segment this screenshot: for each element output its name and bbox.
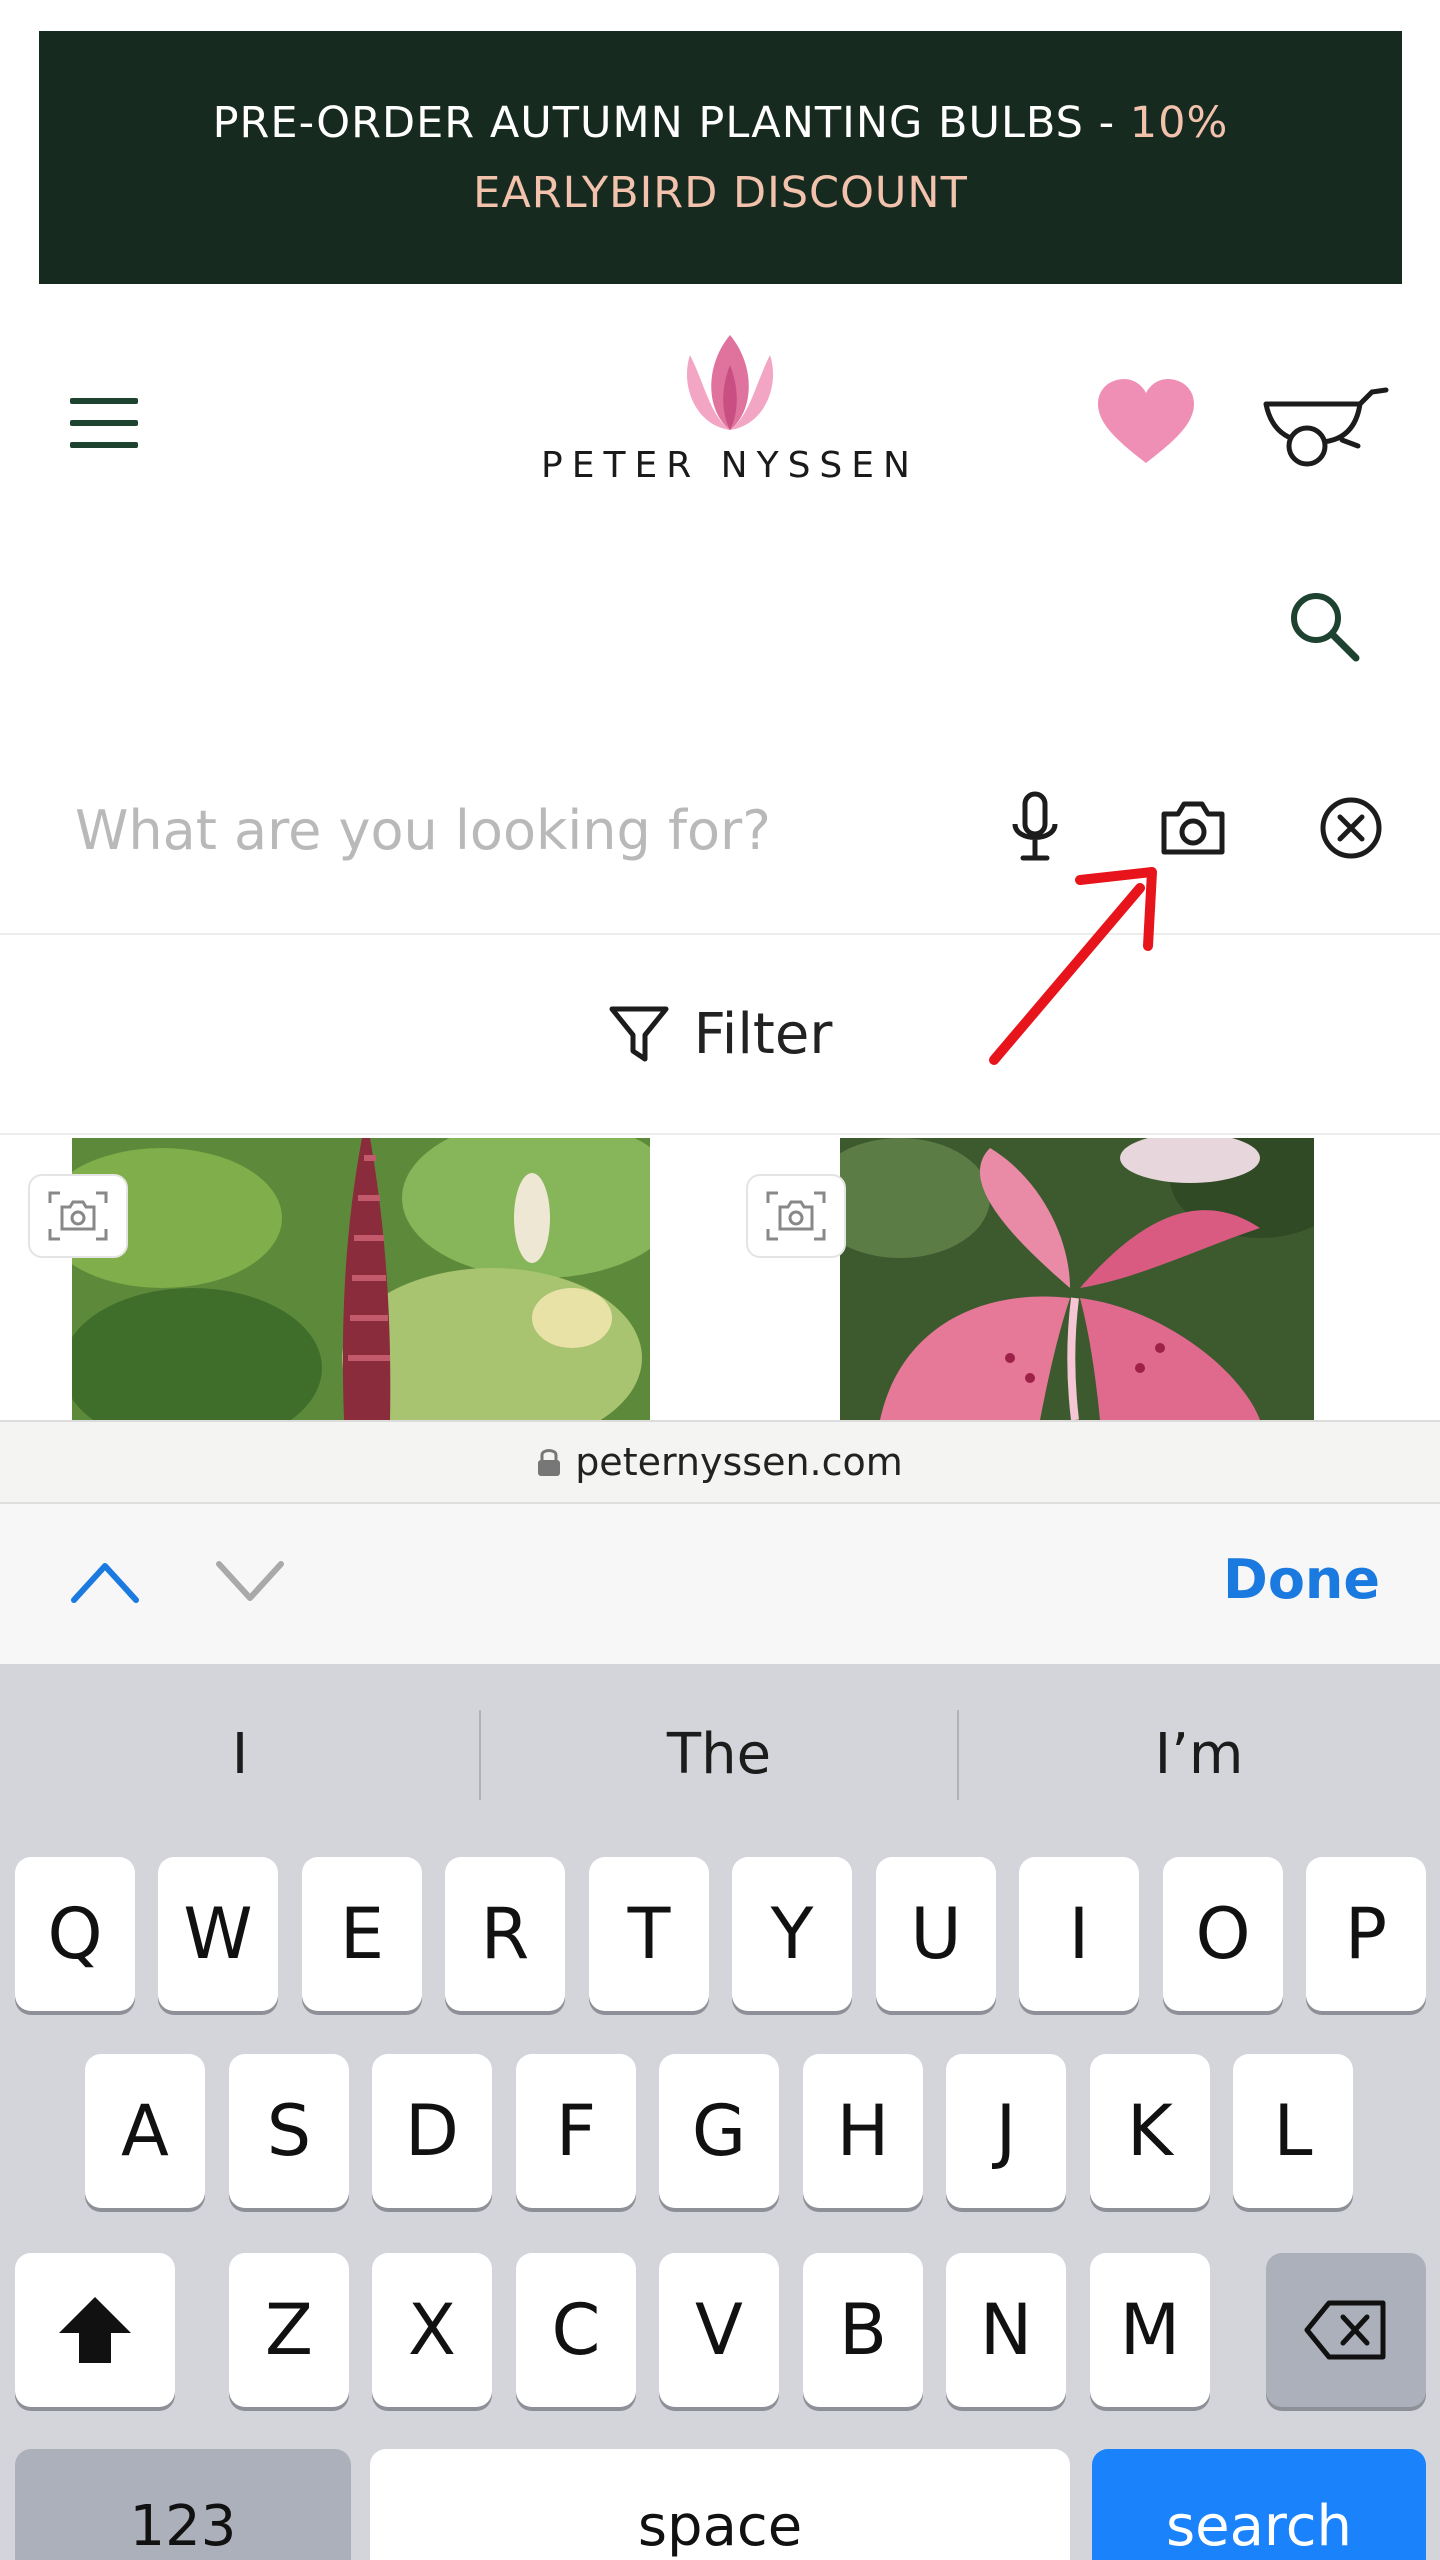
product-image[interactable] bbox=[840, 1138, 1314, 1420]
shift-icon bbox=[59, 2297, 131, 2363]
key[interactable]: W bbox=[158, 1857, 278, 2011]
key[interactable]: T bbox=[589, 1857, 709, 2011]
visual-search-button[interactable] bbox=[28, 1174, 128, 1258]
space-key[interactable]: space bbox=[370, 2449, 1070, 2560]
clear-icon[interactable] bbox=[1318, 795, 1384, 861]
key[interactable]: L bbox=[1233, 2054, 1353, 2208]
browser-address-bar[interactable]: peternyssen.com bbox=[0, 1420, 1440, 1502]
promo-line-2: EARLYBIRD DISCOUNT bbox=[473, 167, 968, 218]
key[interactable]: G bbox=[659, 2054, 779, 2208]
key[interactable]: N bbox=[946, 2253, 1066, 2407]
key[interactable]: R bbox=[445, 1857, 565, 2011]
key[interactable]: J bbox=[946, 2054, 1066, 2208]
promo-banner[interactable]: PRE-ORDER AUTUMN PLANTING BULBS - 10% EA… bbox=[39, 31, 1402, 284]
key[interactable]: M bbox=[1090, 2253, 1210, 2407]
filter-icon bbox=[609, 1006, 669, 1062]
key[interactable]: B bbox=[803, 2253, 923, 2407]
camera-scan-icon bbox=[48, 1191, 108, 1241]
chevron-up-icon[interactable] bbox=[70, 1556, 140, 1606]
brand-name: PETER NYSSEN bbox=[541, 445, 919, 486]
product-image[interactable] bbox=[72, 1138, 650, 1420]
suggestion-item[interactable]: The bbox=[480, 1704, 958, 1804]
camera-icon[interactable] bbox=[1158, 798, 1228, 858]
key[interactable]: P bbox=[1306, 1857, 1426, 2011]
key[interactable]: Z bbox=[229, 2253, 349, 2407]
suggestion-item[interactable]: I bbox=[0, 1704, 480, 1804]
heart-icon[interactable] bbox=[1096, 378, 1196, 468]
key[interactable]: O bbox=[1163, 1857, 1283, 2011]
microphone-icon[interactable] bbox=[1005, 790, 1065, 870]
key[interactable]: I bbox=[1019, 1857, 1139, 2011]
backspace-key[interactable] bbox=[1266, 2253, 1426, 2407]
filter-button[interactable]: Filter bbox=[0, 935, 1440, 1135]
shift-key[interactable] bbox=[15, 2253, 175, 2407]
lock-icon bbox=[538, 1449, 561, 1476]
predictive-text-bar: I The I’m bbox=[0, 1664, 1440, 1854]
menu-icon[interactable] bbox=[70, 398, 138, 448]
brand-logo[interactable]: PETER NYSSEN bbox=[520, 335, 940, 486]
key[interactable]: Q bbox=[15, 1857, 135, 2011]
promo-text: PRE-ORDER AUTUMN PLANTING BULBS - bbox=[212, 97, 1130, 148]
key[interactable]: A bbox=[85, 2054, 205, 2208]
cart-icon[interactable] bbox=[1262, 384, 1392, 474]
filter-label: Filter bbox=[693, 1001, 833, 1067]
key[interactable]: Y bbox=[732, 1857, 852, 2011]
key[interactable]: V bbox=[659, 2253, 779, 2407]
visual-search-button[interactable] bbox=[746, 1174, 846, 1258]
logo-tulip-icon bbox=[686, 335, 774, 430]
promo-discount: 10% bbox=[1129, 97, 1229, 148]
backspace-icon bbox=[1304, 2300, 1386, 2360]
product-photo-lupin bbox=[72, 1138, 650, 1420]
key[interactable]: E bbox=[302, 1857, 422, 2011]
suggestion-item[interactable]: I’m bbox=[958, 1704, 1440, 1804]
product-photo-lily bbox=[840, 1138, 1314, 1420]
key[interactable]: C bbox=[516, 2253, 636, 2407]
search-bar bbox=[0, 760, 1440, 935]
on-screen-keyboard: I The I’m Q W E R T Y U I O P A S D F G … bbox=[0, 1664, 1440, 2560]
chevron-down-icon[interactable] bbox=[215, 1556, 285, 1606]
numbers-key[interactable]: 123 bbox=[15, 2449, 351, 2560]
camera-scan-icon bbox=[766, 1191, 826, 1241]
search-icon[interactable] bbox=[1286, 588, 1362, 664]
keyboard-accessory-bar: Done bbox=[0, 1502, 1440, 1664]
key[interactable]: X bbox=[372, 2253, 492, 2407]
search-input[interactable] bbox=[75, 790, 975, 870]
key[interactable]: U bbox=[876, 1857, 996, 2011]
key[interactable]: H bbox=[803, 2054, 923, 2208]
key[interactable]: D bbox=[372, 2054, 492, 2208]
url-text: peternyssen.com bbox=[575, 1440, 903, 1484]
promo-line-1: PRE-ORDER AUTUMN PLANTING BULBS - 10% bbox=[213, 88, 1229, 158]
done-button[interactable]: Done bbox=[1223, 1548, 1380, 1611]
key[interactable]: K bbox=[1090, 2054, 1210, 2208]
key[interactable]: S bbox=[229, 2054, 349, 2208]
search-key[interactable]: search bbox=[1092, 2449, 1426, 2560]
key[interactable]: F bbox=[516, 2054, 636, 2208]
